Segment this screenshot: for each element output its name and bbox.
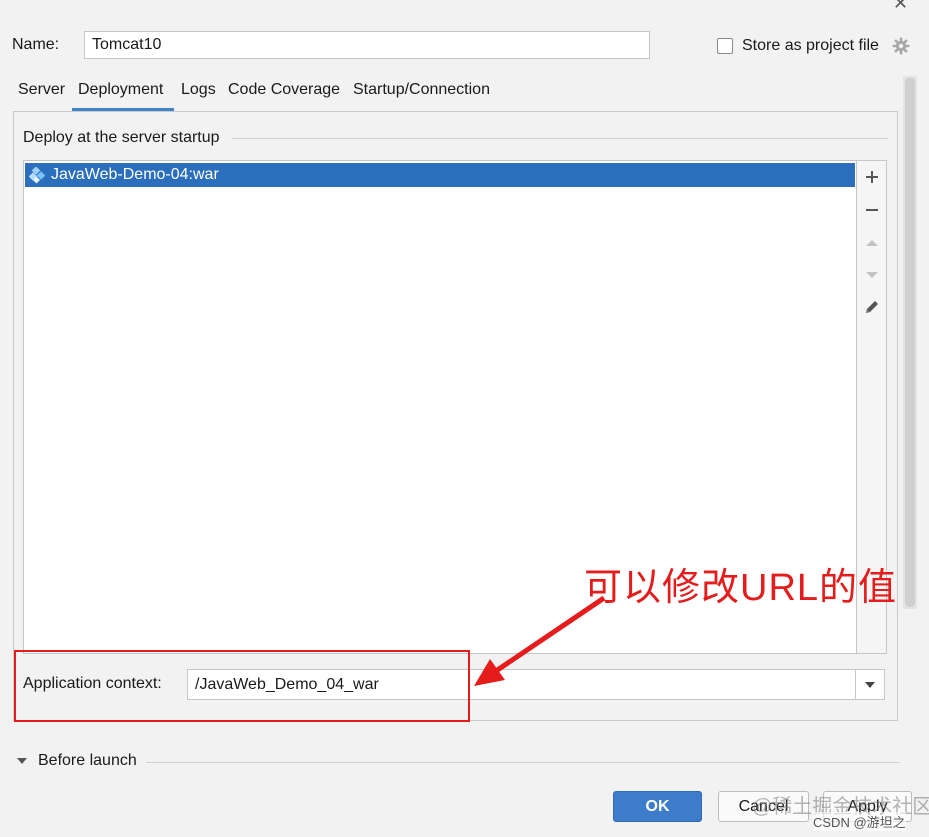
- application-context-dropdown-button[interactable]: [855, 670, 884, 699]
- move-down-icon: [866, 272, 878, 278]
- watermark-csdn: CSDN @游坦之: [813, 812, 906, 831]
- deploy-group-title: Deploy at the server startup: [23, 129, 220, 146]
- list-item-label: JavaWeb-Demo-04:war: [51, 166, 219, 183]
- tab-code-coverage[interactable]: Code Coverage: [228, 81, 340, 99]
- before-launch-label[interactable]: Before launch: [38, 752, 137, 770]
- remove-button[interactable]: [862, 200, 882, 220]
- close-icon[interactable]: ✕: [893, 0, 911, 12]
- add-icon: [866, 171, 878, 183]
- gear-icon[interactable]: [892, 37, 910, 55]
- name-input[interactable]: Tomcat10: [84, 31, 650, 59]
- chevron-down-icon: [865, 681, 875, 688]
- edit-button[interactable]: [862, 297, 882, 317]
- name-label: Name:: [12, 36, 60, 53]
- store-as-project-file-checkbox[interactable]: [717, 38, 733, 54]
- group-separator: [232, 138, 888, 139]
- move-up-button[interactable]: [862, 233, 882, 253]
- move-up-icon: [866, 240, 878, 246]
- annotation-text: 可以修改URL的值: [584, 567, 898, 609]
- tab-startup-connection[interactable]: Startup/Connection: [353, 81, 490, 99]
- remove-icon: [866, 209, 878, 211]
- store-as-project-file-label[interactable]: Store as project file: [742, 37, 879, 55]
- tab-deployment[interactable]: Deployment: [78, 81, 163, 99]
- expand-triangle-icon[interactable]: [15, 754, 29, 768]
- before-launch-separator: [146, 762, 900, 763]
- scrollbar-thumb[interactable]: [905, 78, 915, 607]
- ok-button[interactable]: OK: [613, 791, 702, 822]
- artifact-icon: [29, 167, 46, 184]
- tab-logs[interactable]: Logs: [181, 81, 216, 99]
- add-button[interactable]: [862, 167, 882, 187]
- list-item[interactable]: JavaWeb-Demo-04:war: [25, 163, 855, 187]
- move-down-button[interactable]: [862, 265, 882, 285]
- tab-server[interactable]: Server: [18, 81, 65, 99]
- annotation-highlight-box: [14, 650, 470, 722]
- edit-pencil-icon: [866, 301, 878, 313]
